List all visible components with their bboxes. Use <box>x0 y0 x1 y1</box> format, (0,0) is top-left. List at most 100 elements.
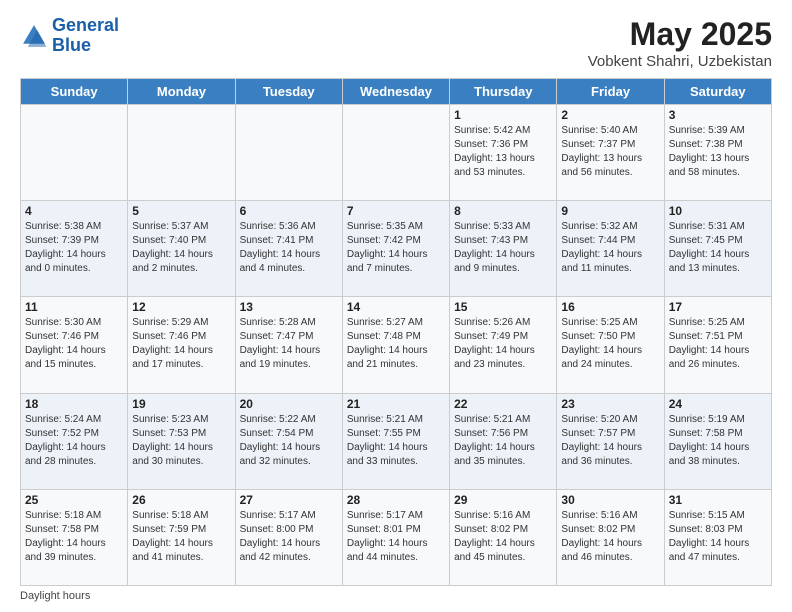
week-row-1: 4 Sunrise: 5:38 AM Sunset: 7:39 PM Daylig… <box>21 201 772 297</box>
page: General Blue May 2025 Vobkent Shahri, Uz… <box>0 0 792 612</box>
day-info: Sunrise: 5:25 AM Sunset: 7:51 PM Dayligh… <box>669 316 767 372</box>
day-header-friday: Friday <box>557 79 664 105</box>
day-number: 2 <box>561 108 659 122</box>
day-header-tuesday: Tuesday <box>235 79 342 105</box>
day-cell <box>128 105 235 201</box>
day-info: Sunrise: 5:37 AM Sunset: 7:40 PM Dayligh… <box>132 220 230 276</box>
logo-text: General Blue <box>52 16 119 56</box>
day-number: 20 <box>240 397 338 411</box>
day-cell: 25Sunrise: 5:18 AM Sunset: 7:58 PM Dayli… <box>21 489 128 585</box>
logo-line2: Blue <box>52 36 119 56</box>
day-number: 12 <box>132 300 230 314</box>
day-number: 17 <box>669 300 767 314</box>
day-cell: 19 Sunrise: 5:23 AM Sunset: 7:53 PM Dayli… <box>128 393 235 489</box>
day-number: 3 <box>669 108 767 122</box>
day-number: 22 <box>454 397 552 411</box>
day-number: 4 <box>25 204 123 218</box>
day-number: 21 <box>347 397 445 411</box>
day-cell: 4 Sunrise: 5:38 AM Sunset: 7:39 PM Daylig… <box>21 201 128 297</box>
day-cell <box>235 105 342 201</box>
day-cell <box>342 105 449 201</box>
day-info: Sunrise: 5:27 AM Sunset: 7:48 PM Dayligh… <box>347 316 445 372</box>
day-header-sunday: Sunday <box>21 79 128 105</box>
day-number: 16 <box>561 300 659 314</box>
day-info: Sunrise: 5:35 AM Sunset: 7:42 PM Dayligh… <box>347 220 445 276</box>
day-info: Sunrise: 5:18 AM Sunset: 7:58 PM Dayligh… <box>25 509 123 565</box>
day-number: 18 <box>25 397 123 411</box>
day-info: Sunrise: 5:33 AM Sunset: 7:43 PM Dayligh… <box>454 220 552 276</box>
day-header-saturday: Saturday <box>664 79 771 105</box>
day-number: 31 <box>669 493 767 507</box>
day-info: Sunrise: 5:19 AM Sunset: 7:58 PM Dayligh… <box>669 413 767 469</box>
day-number: 19 <box>132 397 230 411</box>
day-cell: 8 Sunrise: 5:33 AM Sunset: 7:43 PM Daylig… <box>450 201 557 297</box>
main-title: May 2025 <box>588 16 772 53</box>
day-number: 27 <box>240 493 338 507</box>
day-cell: 21Sunrise: 5:21 AM Sunset: 7:55 PM Dayli… <box>342 393 449 489</box>
day-cell <box>21 105 128 201</box>
day-cell: 24Sunrise: 5:19 AM Sunset: 7:58 PM Dayli… <box>664 393 771 489</box>
day-number: 30 <box>561 493 659 507</box>
day-info: Sunrise: 5:32 AM Sunset: 7:44 PM Dayligh… <box>561 220 659 276</box>
day-info: Sunrise: 5:28 AM Sunset: 7:47 PM Dayligh… <box>240 316 338 372</box>
day-info: Sunrise: 5:18 AM Sunset: 7:59 PM Dayligh… <box>132 509 230 565</box>
day-info: Sunrise: 5:20 AM Sunset: 7:57 PM Dayligh… <box>561 413 659 469</box>
day-cell: 15Sunrise: 5:26 AM Sunset: 7:49 PM Dayli… <box>450 297 557 393</box>
day-cell: 29 Sunrise: 5:16 AM Sunset: 8:02 PM Dayli… <box>450 489 557 585</box>
day-info: Sunrise: 5:16 AM Sunset: 8:02 PM Dayligh… <box>561 509 659 565</box>
day-header-monday: Monday <box>128 79 235 105</box>
day-info: Sunrise: 5:22 AM Sunset: 7:54 PM Dayligh… <box>240 413 338 469</box>
day-cell: 18 Sunrise: 5:24 AM Sunset: 7:52 PM Dayli… <box>21 393 128 489</box>
day-info: Sunrise: 5:24 AM Sunset: 7:52 PM Dayligh… <box>25 413 123 469</box>
day-cell: 10Sunrise: 5:31 AM Sunset: 7:45 PM Dayli… <box>664 201 771 297</box>
day-info: Sunrise: 5:15 AM Sunset: 8:03 PM Dayligh… <box>669 509 767 565</box>
logo: General Blue <box>20 16 119 56</box>
footer-text: Daylight hours <box>20 590 90 602</box>
day-cell: 28 Sunrise: 5:17 AM Sunset: 8:01 PM Dayli… <box>342 489 449 585</box>
day-cell: 12 Sunrise: 5:29 AM Sunset: 7:46 PM Dayli… <box>128 297 235 393</box>
day-info: Sunrise: 5:42 AM Sunset: 7:36 PM Dayligh… <box>454 124 552 180</box>
day-info: Sunrise: 5:29 AM Sunset: 7:46 PM Dayligh… <box>132 316 230 372</box>
day-cell: 11Sunrise: 5:30 AM Sunset: 7:46 PM Dayli… <box>21 297 128 393</box>
day-cell: 14Sunrise: 5:27 AM Sunset: 7:48 PM Dayli… <box>342 297 449 393</box>
day-info: Sunrise: 5:21 AM Sunset: 7:56 PM Dayligh… <box>454 413 552 469</box>
day-cell: 27Sunrise: 5:17 AM Sunset: 8:00 PM Dayli… <box>235 489 342 585</box>
calendar: SundayMondayTuesdayWednesdayThursdayFrid… <box>20 78 772 586</box>
day-cell: 7 Sunrise: 5:35 AM Sunset: 7:42 PM Daylig… <box>342 201 449 297</box>
day-info: Sunrise: 5:36 AM Sunset: 7:41 PM Dayligh… <box>240 220 338 276</box>
week-row-3: 18 Sunrise: 5:24 AM Sunset: 7:52 PM Dayli… <box>21 393 772 489</box>
day-number: 8 <box>454 204 552 218</box>
title-block: May 2025 Vobkent Shahri, Uzbekistan <box>588 16 772 70</box>
day-cell: 13Sunrise: 5:28 AM Sunset: 7:47 PM Dayli… <box>235 297 342 393</box>
day-cell: 30 Sunrise: 5:16 AM Sunset: 8:02 PM Dayli… <box>557 489 664 585</box>
day-info: Sunrise: 5:31 AM Sunset: 7:45 PM Dayligh… <box>669 220 767 276</box>
day-cell: 22 Sunrise: 5:21 AM Sunset: 7:56 PM Dayli… <box>450 393 557 489</box>
day-cell: 16 Sunrise: 5:25 AM Sunset: 7:50 PM Dayli… <box>557 297 664 393</box>
day-cell: 9 Sunrise: 5:32 AM Sunset: 7:44 PM Daylig… <box>557 201 664 297</box>
day-cell: 1Sunrise: 5:42 AM Sunset: 7:36 PM Daylig… <box>450 105 557 201</box>
day-cell: 31 Sunrise: 5:15 AM Sunset: 8:03 PM Dayli… <box>664 489 771 585</box>
week-row-0: 1Sunrise: 5:42 AM Sunset: 7:36 PM Daylig… <box>21 105 772 201</box>
day-info: Sunrise: 5:17 AM Sunset: 8:01 PM Dayligh… <box>347 509 445 565</box>
header: General Blue May 2025 Vobkent Shahri, Uz… <box>20 16 772 70</box>
day-info: Sunrise: 5:38 AM Sunset: 7:39 PM Dayligh… <box>25 220 123 276</box>
day-cell: 5Sunrise: 5:37 AM Sunset: 7:40 PM Daylig… <box>128 201 235 297</box>
day-cell: 6Sunrise: 5:36 AM Sunset: 7:41 PM Daylig… <box>235 201 342 297</box>
day-info: Sunrise: 5:30 AM Sunset: 7:46 PM Dayligh… <box>25 316 123 372</box>
day-number: 7 <box>347 204 445 218</box>
day-number: 23 <box>561 397 659 411</box>
day-cell: 26 Sunrise: 5:18 AM Sunset: 7:59 PM Dayli… <box>128 489 235 585</box>
day-info: Sunrise: 5:23 AM Sunset: 7:53 PM Dayligh… <box>132 413 230 469</box>
subtitle: Vobkent Shahri, Uzbekistan <box>588 53 772 70</box>
day-cell: 20 Sunrise: 5:22 AM Sunset: 7:54 PM Dayli… <box>235 393 342 489</box>
day-number: 29 <box>454 493 552 507</box>
day-info: Sunrise: 5:25 AM Sunset: 7:50 PM Dayligh… <box>561 316 659 372</box>
day-number: 26 <box>132 493 230 507</box>
day-info: Sunrise: 5:16 AM Sunset: 8:02 PM Dayligh… <box>454 509 552 565</box>
day-number: 28 <box>347 493 445 507</box>
day-number: 15 <box>454 300 552 314</box>
calendar-header-row: SundayMondayTuesdayWednesdayThursdayFrid… <box>21 79 772 105</box>
footer: Daylight hours <box>20 590 772 602</box>
day-cell: 3Sunrise: 5:39 AM Sunset: 7:38 PM Daylig… <box>664 105 771 201</box>
day-number: 9 <box>561 204 659 218</box>
